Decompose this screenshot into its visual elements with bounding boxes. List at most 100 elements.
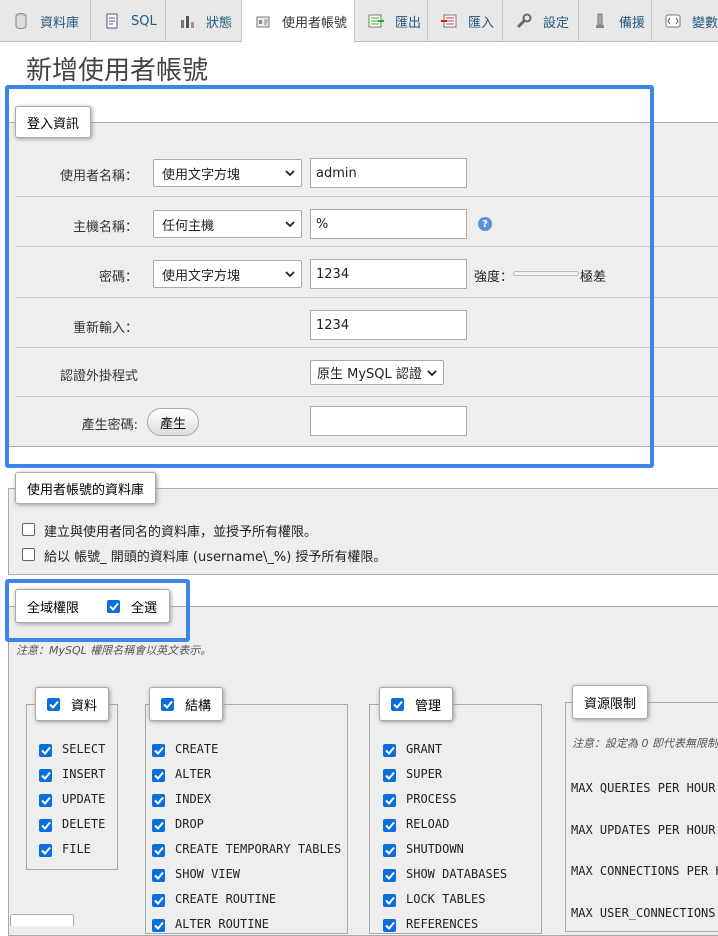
grant-wildcard-checkbox[interactable]: [22, 548, 35, 561]
privilege-label: ALTER ROUTINE: [175, 917, 269, 931]
privilege-label: SHOW DATABASES: [406, 867, 508, 881]
password-input[interactable]: 1234: [310, 259, 467, 289]
privilege-label: CREATE ROUTINE: [175, 892, 277, 906]
auth-plugin-select[interactable]: 原生 MySQL 認證: [310, 360, 444, 385]
username-input[interactable]: admin: [310, 158, 467, 188]
tab-databases[interactable]: 資料庫: [0, 0, 91, 42]
privilege-checkbox[interactable]: [383, 794, 396, 807]
privilege-label: ALTER: [175, 767, 212, 781]
privilege-label: CREATE: [175, 742, 219, 756]
select-all-checkbox[interactable]: [107, 599, 121, 613]
privilege-label: RELOAD: [406, 817, 450, 831]
settings-wrench-icon: [515, 12, 533, 30]
privilege-checkbox[interactable]: [39, 794, 52, 807]
tab-replication[interactable]: 備援: [579, 0, 652, 42]
replication-icon: [591, 12, 609, 30]
admin-group-checkbox[interactable]: [391, 697, 404, 711]
tab-sql[interactable]: SQL: [91, 0, 166, 42]
resource-limits-note: 注意：設定為 0 即代表無限制。: [572, 737, 718, 750]
tab-status[interactable]: 狀態: [166, 0, 242, 42]
admin-group-legend: 管理: [379, 687, 454, 721]
strength-meter: [513, 271, 579, 276]
host-mode-select[interactable]: 任何主機: [153, 210, 302, 238]
retype-label: 重新輸入：: [72, 321, 138, 336]
tab-user-accounts[interactable]: 使用者帳號: [242, 0, 355, 43]
privilege-note: 注意：MySQL 權限名稱會以英文表示。: [16, 644, 212, 657]
resource-limit-label: MAX UPDATES PER HOUR: [571, 822, 716, 837]
export-icon: [367, 12, 385, 30]
tab-settings[interactable]: 設定: [503, 0, 579, 42]
tab-export[interactable]: 匯出: [355, 0, 428, 42]
chevron-down-icon: [285, 221, 295, 228]
user-database-legend: 使用者帳號的資料庫: [15, 472, 157, 504]
auth-plugin-label: 認證外掛程式: [59, 369, 138, 384]
privilege-checkbox[interactable]: [383, 919, 396, 932]
privilege-label: SHUTDOWN: [406, 842, 464, 856]
tab-variables[interactable]: 變數: [652, 0, 718, 42]
privilege-checkbox[interactable]: [383, 894, 396, 907]
privilege-label: LOCK TABLES: [406, 892, 486, 906]
password-mode-select[interactable]: 使用文字方塊: [153, 260, 302, 288]
privilege-checkbox[interactable]: [39, 844, 52, 857]
privilege-checkbox[interactable]: [383, 819, 396, 832]
divider: [16, 196, 718, 197]
privilege-label: FILE: [62, 842, 91, 856]
privilege-label: DELETE: [62, 817, 106, 831]
privilege-checkbox[interactable]: [152, 769, 165, 782]
select-all-label[interactable]: 全選: [131, 597, 157, 616]
variables-icon: [664, 12, 682, 30]
strength-value: 極差: [580, 270, 607, 285]
privilege-checkbox[interactable]: [383, 869, 396, 882]
generated-password-input[interactable]: [310, 406, 467, 436]
page-title: 新增使用者帳號: [26, 56, 209, 86]
privilege-checkbox[interactable]: [152, 819, 165, 832]
privilege-label: UPDATE: [62, 792, 106, 806]
structure-group-checkbox[interactable]: [161, 697, 174, 711]
privilege-label: INSERT: [62, 767, 106, 781]
host-label: 主機名稱：: [72, 220, 138, 235]
privilege-label: PROCESS: [406, 792, 457, 806]
privilege-checkbox[interactable]: [39, 819, 52, 832]
retype-password-input[interactable]: 1234: [310, 310, 467, 340]
privilege-checkbox[interactable]: [152, 869, 165, 882]
database-icon: [12, 12, 30, 30]
resource-limit-label: MAX QUERIES PER HOUR: [571, 781, 716, 795]
privilege-checkbox[interactable]: [383, 744, 396, 757]
login-info-legend: 登入資訊: [15, 106, 92, 138]
privilege-checkbox[interactable]: [39, 769, 52, 782]
privilege-checkbox[interactable]: [383, 844, 396, 857]
privilege-checkbox[interactable]: [152, 744, 165, 757]
help-icon[interactable]: ?: [478, 217, 492, 231]
generate-password-button[interactable]: 產生: [147, 408, 199, 436]
privilege-label: DROP: [175, 817, 204, 831]
global-privileges-legend: 全域權限 全選: [15, 589, 171, 623]
divider: [16, 396, 718, 397]
username-mode-select[interactable]: 使用文字方塊: [153, 159, 302, 187]
create-db-checkbox[interactable]: [22, 523, 35, 536]
privilege-label: SELECT: [62, 742, 106, 756]
chevron-down-icon: [427, 368, 437, 378]
privilege-checkbox[interactable]: [152, 794, 165, 807]
create-db-label: 建立與使用者同名的資料庫，並授予所有權限。: [44, 525, 318, 540]
strength-label: 強度：: [474, 270, 514, 285]
host-input[interactable]: %: [310, 209, 467, 239]
sql-icon: [103, 12, 121, 30]
structure-group-legend: 結構: [149, 687, 224, 721]
generate-password-label: 產生密碼:: [81, 418, 138, 433]
privilege-checkbox[interactable]: [152, 844, 165, 857]
import-icon: [440, 12, 458, 30]
go-button[interactable]: [10, 914, 74, 926]
resource-limits-legend: 資源限制: [572, 685, 649, 719]
privilege-checkbox[interactable]: [383, 769, 396, 782]
privilege-label: CREATE TEMPORARY TABLES: [175, 842, 342, 856]
status-chart-icon: [178, 12, 196, 30]
data-group-checkbox[interactable]: [47, 697, 60, 711]
divider: [16, 246, 718, 247]
top-tab-bar: 資料庫 SQL 狀態 使用者帳號 匯出 匯入 設定 備援 變數: [0, 0, 718, 43]
privilege-checkbox[interactable]: [152, 919, 165, 932]
chevron-down-icon: [285, 170, 295, 177]
privilege-checkbox[interactable]: [39, 744, 52, 757]
privilege-checkbox[interactable]: [152, 894, 165, 907]
chevron-down-icon: [285, 271, 295, 278]
tab-import[interactable]: 匯入: [428, 0, 503, 42]
